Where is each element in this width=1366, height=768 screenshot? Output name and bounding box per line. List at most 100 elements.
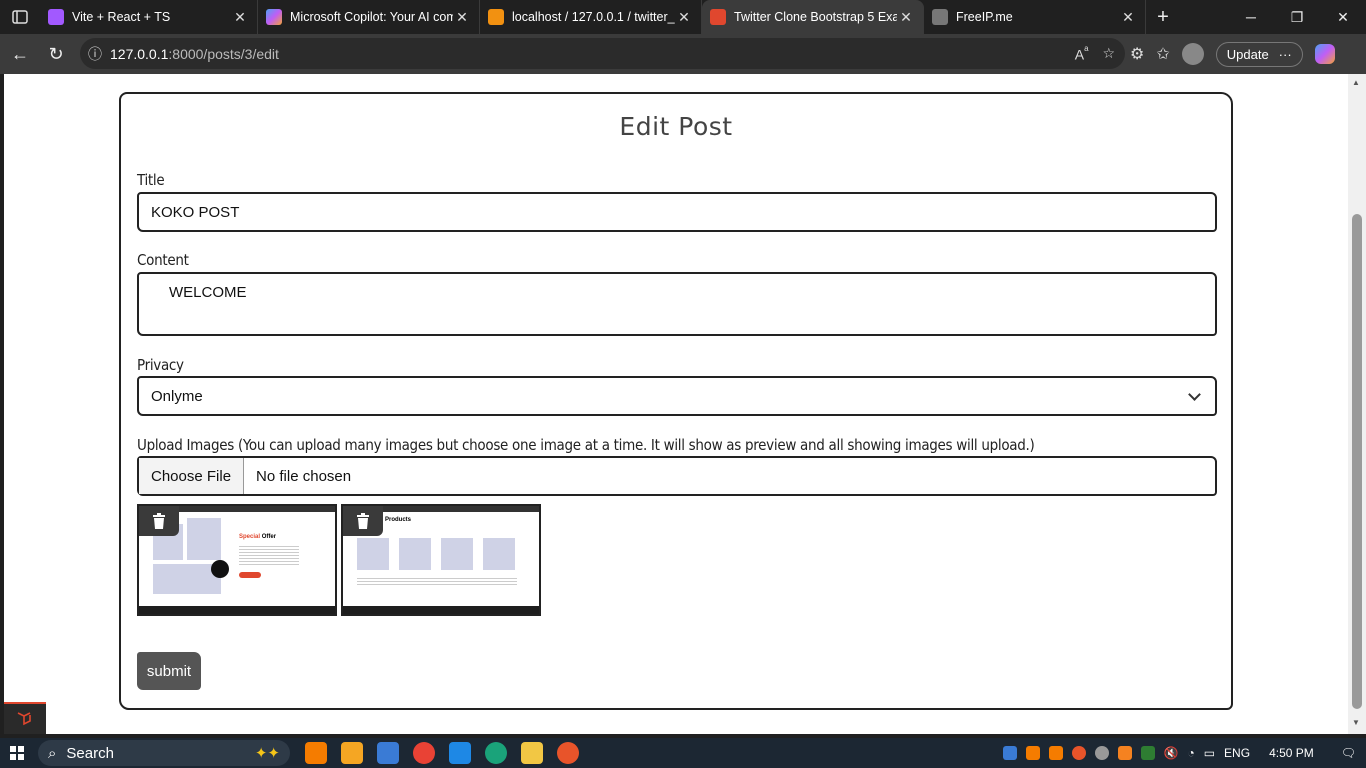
windows-taskbar: ⌕ Search ✦✦ 🔇 ◔ ▭ ENG 4:50 PM 🗨 — [0, 738, 1366, 768]
preview-product-tile — [357, 538, 389, 570]
choose-file-button[interactable]: Choose File — [139, 458, 245, 494]
close-tab-icon[interactable]: ✕ — [1119, 9, 1137, 26]
extensions-icon[interactable]: ⚙ — [1130, 44, 1144, 64]
scrollbar-thumb[interactable] — [1352, 214, 1362, 709]
address-input[interactable]: ⓘ 127.0.0.1:8000/posts/3/edit Aᵃ ☆ — [80, 38, 1125, 69]
scroll-down-icon[interactable]: ▼ — [1352, 718, 1360, 727]
address-toolbar: ← ↻ ⓘ 127.0.0.1:8000/posts/3/edit Aᵃ ☆ ⚙… — [0, 34, 1366, 74]
remove-image-button[interactable] — [139, 506, 179, 536]
profile-avatar[interactable] — [1181, 43, 1204, 65]
app-icon[interactable] — [341, 742, 363, 764]
title-input[interactable]: KOKO POST — [137, 192, 1217, 232]
cloud-icon[interactable] — [1094, 746, 1109, 760]
laravel-debug-icon[interactable] — [4, 702, 46, 734]
preview-taskbar — [139, 606, 335, 614]
vscode-app-icon[interactable] — [449, 742, 471, 764]
upload-label: Upload Images (You can upload many image… — [137, 436, 1035, 454]
phpmyadmin-icon — [488, 9, 504, 25]
clock[interactable]: 4:50 PM — [1269, 746, 1314, 760]
favorite-star-icon[interactable]: ☆ — [1102, 45, 1115, 62]
image-preview: Products — [341, 504, 541, 616]
tab-vite[interactable]: Vite + React + TS ✕ — [40, 0, 258, 34]
file-input[interactable]: Choose File No file chosen — [137, 456, 1217, 496]
site-info-icon[interactable]: ⓘ — [80, 44, 110, 64]
tab-title: FreeIP.me — [956, 10, 1013, 24]
taskbar-search[interactable]: ⌕ Search ✦✦ — [38, 740, 290, 766]
tab-title: Vite + React + TS — [72, 10, 171, 24]
remove-image-button[interactable] — [343, 506, 383, 536]
postman-app-icon[interactable] — [557, 742, 579, 764]
preview-product-tile — [399, 538, 431, 570]
preview-title: Special Offer — [239, 534, 276, 540]
tab-twitter-clone[interactable]: Twitter Clone Bootstrap 5 Exan ✕ — [702, 0, 924, 34]
preview-badge — [211, 560, 229, 578]
postman-tray-icon[interactable] — [1071, 746, 1086, 760]
search-icon: ⌕ — [48, 744, 57, 762]
window-controls: ─ ❐ ✕ — [1228, 0, 1366, 34]
content-textarea[interactable]: WELCOME — [137, 272, 1217, 336]
wifi-icon[interactable]: ◔ — [1187, 746, 1194, 760]
xampp-app-icon[interactable] — [305, 742, 327, 764]
submit-button[interactable]: submit — [137, 652, 201, 690]
file-status: No file chosen — [256, 467, 352, 485]
preview-taskbar — [343, 606, 539, 614]
new-tab-icon[interactable]: + — [1146, 6, 1180, 29]
restore-icon[interactable]: ❐ — [1274, 0, 1320, 34]
copilot-icon — [266, 9, 282, 25]
image-previews: Special Offer Products — [137, 504, 541, 616]
xampp-tray-icon[interactable] — [1048, 746, 1063, 760]
preview-title: Products — [385, 517, 412, 523]
tab-title: localhost / 127.0.0.1 / twitter_c — [512, 10, 675, 24]
content-label: Content — [137, 251, 189, 269]
privacy-label: Privacy — [137, 356, 184, 374]
tab-copilot[interactable]: Microsoft Copilot: Your AI com ✕ — [258, 0, 480, 34]
content-value: WELCOME — [169, 284, 247, 301]
page-scrollbar[interactable]: ▲ ▼ — [1348, 74, 1366, 734]
close-tab-icon[interactable]: ✕ — [675, 9, 693, 26]
tab-actions-icon[interactable] — [0, 0, 40, 34]
security-shield-icon[interactable] — [1140, 746, 1155, 760]
tab-freeip[interactable]: FreeIP.me ✕ — [924, 0, 1146, 34]
edge-app-icon[interactable] — [485, 742, 507, 764]
favorites-icon[interactable]: ✩ — [1156, 44, 1169, 64]
desktop-app-icon[interactable] — [377, 742, 399, 764]
page-title: Edit Post — [619, 112, 733, 141]
close-tab-icon[interactable]: ✕ — [453, 9, 471, 26]
page-viewport: Edit Post Title KOKO POST Content WELCOM… — [4, 74, 1348, 734]
close-window-icon[interactable]: ✕ — [1320, 0, 1366, 34]
privacy-select[interactable]: Onlyme — [137, 376, 1217, 416]
read-aloud-icon[interactable]: Aᵃ — [1075, 44, 1089, 63]
preview-product-tile — [483, 538, 515, 570]
notifications-icon[interactable]: 🗨 — [1341, 746, 1356, 760]
sparkle-icon: ✦✦ — [254, 745, 280, 762]
vlc-icon[interactable] — [1117, 746, 1132, 760]
tray-app-icon[interactable] — [1002, 746, 1017, 760]
file-explorer-icon[interactable] — [521, 742, 543, 764]
chrome-app-icon[interactable] — [413, 742, 435, 764]
copilot-sidebar-icon[interactable] — [1314, 44, 1335, 64]
preview-button — [239, 572, 261, 578]
scroll-up-icon[interactable]: ▲ — [1352, 78, 1360, 87]
system-tray: 🔇 ◔ ▭ ENG 4:50 PM 🗨 — [1002, 738, 1356, 768]
preview-title-a: Special — [239, 534, 261, 540]
minimize-icon[interactable]: ─ — [1228, 0, 1274, 34]
freeip-icon — [932, 9, 948, 25]
tab-phpmyadmin[interactable]: localhost / 127.0.0.1 / twitter_c ✕ — [480, 0, 702, 34]
url-path: :8000/posts/3/edit — [168, 45, 279, 62]
update-button[interactable]: Update ··· — [1215, 41, 1303, 67]
windows-start-icon[interactable] — [0, 738, 34, 768]
battery-icon[interactable]: ▭ — [1204, 746, 1215, 760]
url-host: 127.0.0.1 — [110, 45, 169, 62]
image-preview: Special Offer — [137, 504, 337, 616]
close-tab-icon[interactable]: ✕ — [897, 9, 915, 26]
lang-indicator[interactable]: ENG — [1224, 746, 1250, 760]
more-icon: ··· — [1278, 46, 1292, 62]
close-tab-icon[interactable]: ✕ — [231, 9, 249, 26]
speaker-muted-icon[interactable]: 🔇 — [1164, 746, 1179, 760]
search-label: Search — [66, 744, 114, 762]
update-label: Update — [1226, 46, 1269, 62]
taskbar-apps — [305, 742, 579, 764]
xampp-tray-icon[interactable] — [1025, 746, 1040, 760]
reload-icon[interactable]: ↻ — [38, 36, 74, 72]
back-icon[interactable]: ← — [2, 36, 38, 72]
